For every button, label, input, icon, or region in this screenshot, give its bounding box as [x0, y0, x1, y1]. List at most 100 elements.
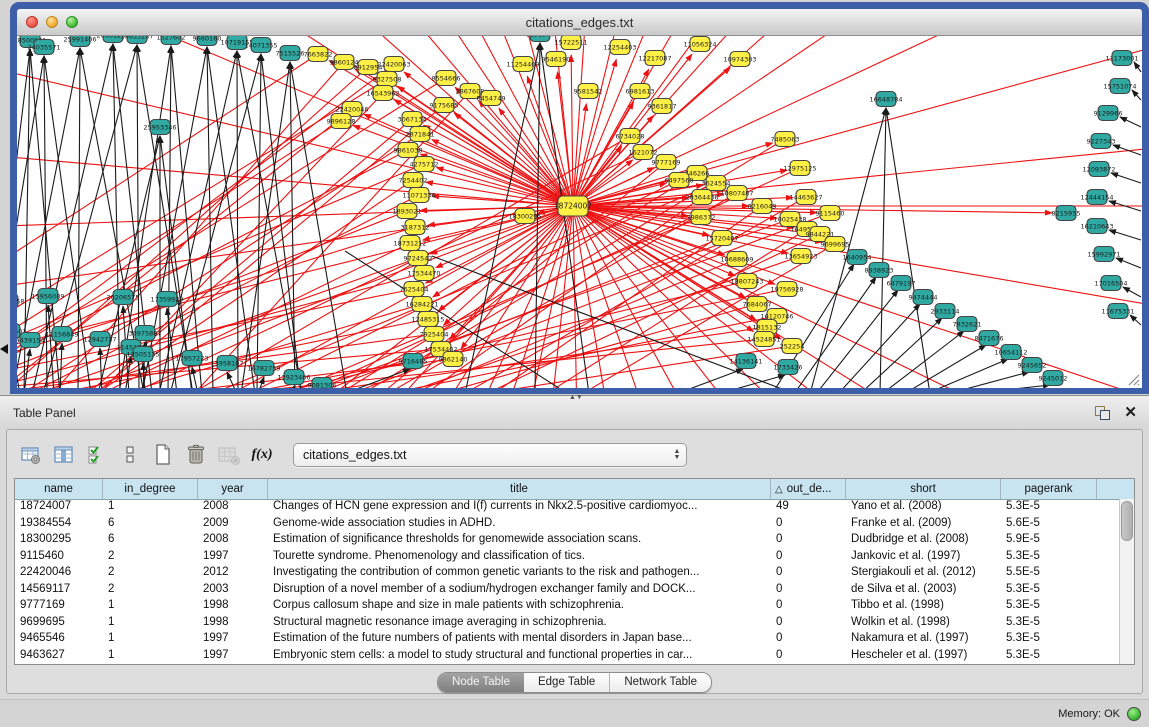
- node-label: 9081306: [308, 381, 337, 388]
- minimize-window-button[interactable]: [46, 16, 58, 28]
- node-label: 8471676: [975, 334, 1004, 342]
- column-header-title[interactable]: title: [268, 479, 771, 499]
- scrollbar-thumb[interactable]: [1121, 501, 1133, 541]
- sort-ascending-icon: △: [775, 484, 783, 495]
- tab-network-table[interactable]: Network Table: [609, 673, 711, 692]
- zoom-window-button[interactable]: [66, 16, 78, 28]
- table-toolbar: f(x) citations_edges.txt ▲▼: [7, 438, 1142, 472]
- select-rows-button[interactable]: [83, 441, 111, 469]
- node-label: 15720407: [705, 234, 738, 242]
- table-row[interactable]: 946362711997Embryonic stem cells: a mode…: [15, 648, 1120, 665]
- node-label: 15722511: [554, 38, 587, 46]
- node-label: 8215955: [1052, 209, 1081, 217]
- table-selector-dropdown[interactable]: citations_edges.txt ▲▼: [293, 443, 687, 467]
- network-canvas[interactable]: 1850054124035571259914062068129610653287…: [17, 36, 1142, 388]
- column-header-year[interactable]: year: [198, 479, 268, 499]
- table-cell: 1: [103, 631, 198, 648]
- splitter-handle[interactable]: ▲▼: [569, 395, 578, 400]
- node-label: 2933114: [931, 307, 960, 315]
- node-label: 17534470: [407, 269, 440, 277]
- node-label: 19756928: [770, 285, 803, 293]
- column-mapping-button[interactable]: [116, 441, 144, 469]
- table-cell: 2008: [198, 499, 268, 516]
- table-cell: 5.3E-5: [1001, 615, 1097, 632]
- table-cell: 2: [103, 582, 198, 599]
- tab-node-table[interactable]: Node Table: [438, 673, 524, 692]
- table-row[interactable]: 1830029562008Estimation of significance …: [15, 532, 1120, 549]
- table-cell: 19384554: [15, 516, 103, 533]
- node-label: 12923466: [277, 373, 310, 381]
- delete-table-button[interactable]: [182, 441, 210, 469]
- table-cell: 1998: [198, 598, 268, 615]
- table-row[interactable]: 1456911722003Disruption of a novel membe…: [15, 582, 1120, 599]
- column-header-out_de[interactable]: △out_de...: [771, 479, 846, 499]
- table-cell: 5.6E-5: [1001, 516, 1097, 533]
- table-cell: Genome-wide association studies in ADHD.: [268, 516, 771, 533]
- window-title: citations_edges.txt: [526, 15, 634, 30]
- node-label: 10653287: [120, 36, 153, 40]
- column-header-pagerank[interactable]: pagerank: [1001, 479, 1097, 499]
- column-header-name[interactable]: name: [15, 479, 103, 499]
- node-label: 6981613: [626, 87, 655, 95]
- node-label: 9327508: [373, 75, 402, 83]
- table-cell: 6: [103, 532, 198, 549]
- node-label: 14071355: [244, 41, 277, 49]
- node-label: 12975125: [783, 164, 816, 172]
- memory-status-label: Memory: OK: [1058, 708, 1120, 720]
- column-header-label: year: [221, 483, 243, 495]
- table-selector-value: citations_edges.txt: [294, 448, 668, 462]
- table-row[interactable]: 1938455462009Genome-wide association stu…: [15, 516, 1120, 533]
- node-label: 15751074: [1103, 82, 1136, 90]
- node-label: 11173001: [1105, 54, 1138, 62]
- function-builder-button[interactable]: f(x): [248, 441, 276, 469]
- table-row[interactable]: 946554611997Estimation of the future num…: [15, 631, 1120, 648]
- memory-status-indicator[interactable]: [1127, 707, 1141, 721]
- panel-collapse-arrow-icon[interactable]: [0, 344, 8, 354]
- table-row[interactable]: 977716911998Corpus callosum shape and si…: [15, 598, 1120, 615]
- resize-grip-icon[interactable]: [1126, 372, 1140, 386]
- new-table-button[interactable]: [149, 441, 177, 469]
- select-columns-button[interactable]: [50, 441, 78, 469]
- close-panel-icon[interactable]: ✕: [1124, 406, 1137, 420]
- node-label: 9439154: [17, 336, 44, 344]
- close-window-button[interactable]: [26, 16, 38, 28]
- node-label: 1527602: [157, 36, 186, 41]
- table-cell: Yano et al. (2008): [846, 499, 1001, 516]
- float-panel-icon[interactable]: [1095, 406, 1110, 420]
- tab-edge-table[interactable]: Edge Table: [524, 673, 609, 692]
- node-label: 6734028: [616, 132, 645, 140]
- node-label: 9896128: [327, 117, 356, 125]
- node-label: 14524851: [747, 335, 780, 343]
- table-row[interactable]: 911546021997Tourette syndrome. Phenomeno…: [15, 549, 1120, 566]
- column-header-label: in_degree: [124, 483, 175, 495]
- node-label: 12217087: [638, 54, 671, 62]
- node-label: 1815132: [753, 323, 782, 331]
- node-label: 7485063: [771, 135, 800, 143]
- table-cell: 6: [103, 516, 198, 533]
- node-label: 8938923: [865, 266, 894, 274]
- table-cell: 1998: [198, 615, 268, 632]
- node-label: 252254: [780, 342, 805, 350]
- table-cell: 9465546: [15, 631, 103, 648]
- node-label: 4275712: [410, 160, 439, 168]
- table-settings-button[interactable]: [17, 441, 45, 469]
- table-row[interactable]: 969969511998Structural magnetic resonanc…: [15, 615, 1120, 632]
- column-header-in_degree[interactable]: in_degree: [103, 479, 198, 499]
- node-label: 9175685: [430, 101, 459, 109]
- table-cell: 5.3E-5: [1001, 549, 1097, 566]
- node-label: 9129966: [1094, 109, 1123, 117]
- dropdown-stepper-icon: ▲▼: [668, 449, 686, 461]
- node-label: 9474444: [909, 293, 938, 301]
- table-cell: 2008: [198, 532, 268, 549]
- node-label: 12485315: [411, 315, 444, 323]
- network-window-titlebar[interactable]: citations_edges.txt: [17, 9, 1142, 36]
- node-label: 13958107: [210, 359, 243, 367]
- table-header-row: name in_degree year title△out_de...shortpag…: [15, 479, 1134, 500]
- table-cell: Nakamura et al. (1997): [846, 631, 1001, 648]
- column-header-short[interactable]: short: [846, 479, 1001, 499]
- node-label: 9777169: [652, 158, 681, 166]
- column-header-label: name: [44, 483, 73, 495]
- table-row[interactable]: 2242004622012Investigating the contribut…: [15, 565, 1120, 582]
- table-row[interactable]: 1872400712008Changes of HCN gene express…: [15, 499, 1120, 516]
- table-vertical-scrollbar[interactable]: [1119, 499, 1134, 664]
